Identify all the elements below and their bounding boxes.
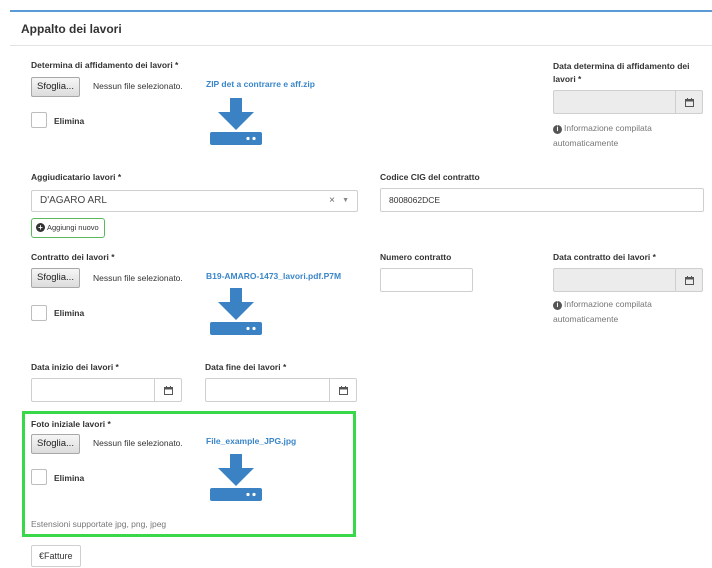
data-fine-input[interactable] bbox=[205, 378, 357, 402]
data-contratto-info: i Informazione compilata automaticamente bbox=[553, 297, 712, 327]
determina-no-file-text: Nessun file selezionato. bbox=[93, 81, 183, 91]
contratto-browse-button[interactable]: Sfoglia... bbox=[31, 268, 80, 288]
calendar-icon[interactable] bbox=[154, 379, 181, 401]
determina-browse-button[interactable]: Sfoglia... bbox=[31, 77, 80, 97]
foto-extensions-hint: Estensioni supportate jpg, png, jpeg bbox=[31, 519, 167, 529]
contratto-no-file-text: Nessun file selezionato. bbox=[93, 273, 183, 283]
contratto-label: Contratto dei lavori * bbox=[31, 252, 115, 262]
download-icon[interactable] bbox=[210, 288, 262, 336]
title-divider bbox=[10, 45, 712, 46]
info-icon: i bbox=[553, 301, 562, 310]
determina-elimina-label: Elimina bbox=[54, 116, 85, 126]
data-fine-label: Data fine dei lavori * bbox=[205, 362, 287, 372]
determina-elimina-checkbox[interactable] bbox=[31, 112, 47, 128]
determina-file-link[interactable]: ZIP det a contrarre e aff.zip bbox=[206, 79, 315, 89]
chevron-down-icon[interactable]: ▼ bbox=[342, 191, 349, 211]
foto-elimina-checkbox[interactable] bbox=[31, 469, 47, 485]
aggiudicatario-select[interactable]: D'AGARO ARL × ▼ bbox=[31, 190, 358, 212]
determina-label: Determina di affidamento dei lavori * bbox=[31, 60, 179, 70]
data-determina-label: Data determina di affidamento dei lavori… bbox=[553, 61, 690, 84]
foto-label: Foto iniziale lavori * bbox=[31, 419, 111, 429]
aggiudicatario-label: Aggiudicatario lavori * bbox=[31, 172, 122, 182]
calendar-icon[interactable] bbox=[675, 269, 702, 291]
data-contratto-label: Data contratto dei lavori * bbox=[553, 252, 656, 262]
data-inizio-label: Data inizio dei lavori * bbox=[31, 362, 119, 372]
plus-icon: + bbox=[36, 223, 45, 232]
cig-input[interactable]: 8008062DCE bbox=[380, 188, 704, 212]
calendar-icon[interactable] bbox=[675, 91, 702, 113]
panel-title: Appalto dei lavori bbox=[21, 22, 122, 36]
foto-file-link[interactable]: File_example_JPG.jpg bbox=[206, 436, 296, 446]
cig-value: 8008062DCE bbox=[389, 195, 441, 205]
foto-elimina-label: Elimina bbox=[54, 473, 85, 483]
cig-label: Codice CIG del contratto bbox=[380, 172, 480, 182]
clear-selection-icon[interactable]: × bbox=[329, 191, 335, 211]
contratto-elimina-checkbox[interactable] bbox=[31, 305, 47, 321]
download-icon[interactable] bbox=[210, 454, 262, 502]
panel-top-border bbox=[10, 10, 712, 12]
data-inizio-input[interactable] bbox=[31, 378, 182, 402]
data-determina-input bbox=[553, 90, 703, 114]
data-contratto-info-text: Informazione compilata automaticamente bbox=[553, 299, 652, 324]
foto-browse-button[interactable]: Sfoglia... bbox=[31, 434, 80, 454]
foto-no-file-text: Nessun file selezionato. bbox=[93, 438, 183, 448]
calendar-icon[interactable] bbox=[329, 379, 356, 401]
fatture-button[interactable]: €Fatture bbox=[31, 545, 81, 567]
contratto-file-link[interactable]: B19-AMARO-1473_lavori.pdf.P7M bbox=[206, 271, 341, 281]
add-new-label: Aggiungi nuovo bbox=[47, 223, 99, 232]
download-icon[interactable] bbox=[210, 98, 262, 146]
data-determina-info-text: Informazione compilata automaticamente bbox=[553, 123, 652, 148]
contratto-elimina-label: Elimina bbox=[54, 308, 85, 318]
data-contratto-input bbox=[553, 268, 703, 292]
numero-contratto-label: Numero contratto bbox=[380, 252, 452, 262]
add-new-aggiudicatario-button[interactable]: + Aggiungi nuovo bbox=[31, 218, 105, 238]
aggiudicatario-selected-value: D'AGARO ARL bbox=[40, 195, 107, 206]
data-determina-info: i Informazione compilata automaticamente bbox=[553, 121, 712, 151]
numero-contratto-input[interactable] bbox=[380, 268, 473, 292]
info-icon: i bbox=[553, 125, 562, 134]
